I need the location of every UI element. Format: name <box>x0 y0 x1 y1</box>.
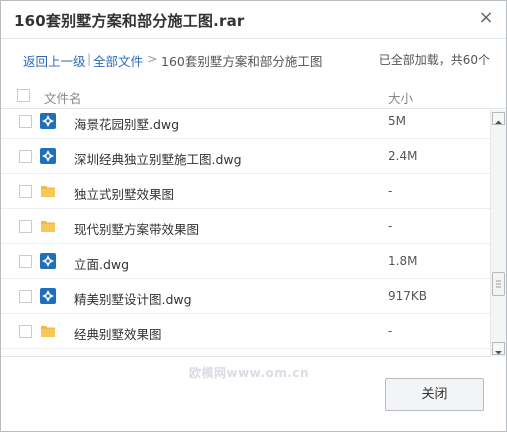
dwg-file-icon <box>40 288 56 304</box>
breadcrumb-separator: | <box>87 51 92 66</box>
all-files-link[interactable]: 全部文件 <box>93 51 143 70</box>
scroll-down-button[interactable] <box>492 342 505 355</box>
table-row[interactable]: 深圳经典独立别墅施工图.dwg 2.4M <box>1 139 490 174</box>
file-size: 1.8M <box>388 254 418 268</box>
back-link[interactable]: 返回上一级 <box>23 51 86 70</box>
file-size: - <box>388 324 393 338</box>
row-checkbox[interactable] <box>19 325 32 338</box>
file-name[interactable]: 深圳经典独立别墅施工图.dwg <box>74 149 242 168</box>
row-checkbox[interactable] <box>19 115 32 128</box>
file-name[interactable]: 精美别墅设计图.dwg <box>74 289 192 308</box>
file-name[interactable]: 海景花园别墅.dwg <box>74 114 179 133</box>
row-checkbox[interactable] <box>19 185 32 198</box>
file-size: 2.4M <box>388 149 418 163</box>
table-row[interactable]: 现代别墅方案带效果图 - <box>1 209 490 244</box>
column-header-size[interactable]: 大小 <box>388 88 413 107</box>
dialog-titlebar: 160套别墅方案和部分施工图.rar × <box>1 1 506 39</box>
file-size: 5M <box>388 114 406 128</box>
file-name[interactable]: 经典别墅效果图 <box>74 324 162 343</box>
file-list: 海景花园别墅.dwg 5M 深圳经典独立别墅施工图.dwg 2.4M 独立式别墅… <box>1 110 506 357</box>
current-folder-label: 160套别墅方案和部分施工图 <box>161 54 323 69</box>
breadcrumb-arrow: > <box>147 51 158 66</box>
file-name[interactable]: 现代别墅方案带效果图 <box>74 219 199 238</box>
row-checkbox[interactable] <box>19 150 32 163</box>
column-header-name[interactable]: 文件名 <box>44 88 82 107</box>
loaded-count-text: 已全部加载，共60个 <box>378 53 490 67</box>
file-name[interactable]: 独立式别墅效果图 <box>74 184 174 203</box>
file-name[interactable]: 立面.dwg <box>74 254 129 273</box>
arrow-down-icon <box>495 351 502 355</box>
watermark: 欧模网www.om.cn <box>189 366 310 380</box>
folder-icon <box>40 183 56 199</box>
scrollbar-thumb[interactable] <box>492 272 505 296</box>
row-checkbox[interactable] <box>19 255 32 268</box>
table-row[interactable]: 海景花园别墅.dwg 5M <box>1 110 490 139</box>
table-row[interactable]: 精美别墅设计图.dwg 917KB <box>1 279 490 314</box>
folder-icon <box>40 323 56 339</box>
table-row[interactable]: 经典别墅效果图 - <box>1 314 490 349</box>
table-row[interactable]: 立面.dwg 1.8M <box>1 244 490 279</box>
dwg-file-icon <box>40 253 56 269</box>
close-icon[interactable]: × <box>476 7 496 29</box>
select-all-checkbox[interactable] <box>17 89 30 102</box>
file-size: 917KB <box>388 289 428 303</box>
dwg-file-icon <box>40 148 56 164</box>
file-size: - <box>388 184 393 198</box>
row-checkbox[interactable] <box>19 290 32 303</box>
dwg-file-icon <box>40 113 56 129</box>
close-button[interactable]: 关闭 <box>385 378 484 411</box>
table-row[interactable]: 独立式别墅效果图 - <box>1 174 490 209</box>
arrow-up-icon <box>495 120 502 124</box>
file-list-header: 文件名 大小 <box>1 81 506 109</box>
breadcrumb: 返回上一级 | 全部文件 > 160套别墅方案和部分施工图 已全部加载，共60个 <box>1 40 506 78</box>
scroll-up-button[interactable] <box>492 112 505 125</box>
vertical-scrollbar[interactable] <box>490 110 506 357</box>
dialog-title: 160套别墅方案和部分施工图.rar <box>14 12 245 30</box>
folder-icon <box>40 218 56 234</box>
archive-preview-dialog: 160套别墅方案和部分施工图.rar × 返回上一级 | 全部文件 > 160套… <box>0 0 507 432</box>
row-checkbox[interactable] <box>19 220 32 233</box>
file-size: - <box>388 219 393 233</box>
grip-icon <box>496 280 501 288</box>
